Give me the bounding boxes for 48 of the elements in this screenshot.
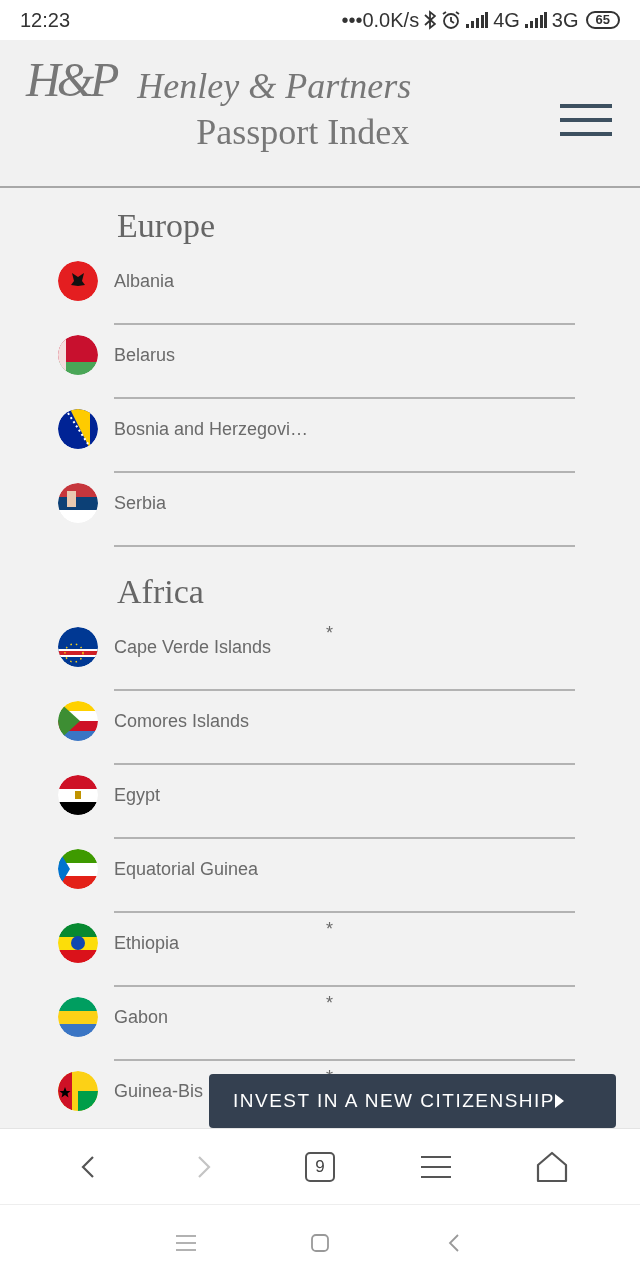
country-link[interactable]: Serbia <box>114 489 167 517</box>
flag-icon <box>58 335 98 375</box>
signal-icon <box>524 12 547 28</box>
country-link[interactable]: Gabon <box>114 1003 169 1031</box>
country-link[interactable]: Ethiopia <box>114 929 180 957</box>
tabs-button[interactable]: 9 <box>296 1142 344 1191</box>
menu-icon <box>421 1154 451 1179</box>
menu-icon <box>176 1234 196 1251</box>
logo-monogram: H&P <box>26 54 117 106</box>
country-link[interactable]: Cape Verde Islands <box>114 633 272 661</box>
network-type: 3G <box>551 8 579 33</box>
country-link[interactable]: Belarus <box>114 341 176 369</box>
alarm-clock-icon <box>441 10 462 30</box>
country-link[interactable]: Egypt <box>114 781 161 809</box>
bluetooth-icon <box>424 10 437 30</box>
flag-icon <box>58 775 98 815</box>
flag-icon <box>58 701 98 741</box>
asterisk-note: * <box>326 922 333 936</box>
asterisk-note: * <box>326 996 333 1010</box>
network-type: 4G <box>493 8 520 33</box>
clock-time: 12:23 <box>20 8 71 33</box>
network-speed: •••0.0K/s <box>341 8 420 33</box>
country-link[interactable]: Albania <box>114 267 175 295</box>
flag-icon <box>58 997 98 1037</box>
signal-icon <box>466 12 489 28</box>
flag-icon <box>58 483 98 523</box>
flag-icon <box>58 1071 98 1111</box>
country-link[interactable]: Equatorial Guinea <box>114 855 259 883</box>
asterisk-note: * <box>326 626 333 640</box>
home-icon <box>536 1150 568 1183</box>
flag-icon <box>58 409 98 449</box>
section-heading: Africa <box>117 573 204 610</box>
brand-name: Henley & Partners <box>137 65 412 108</box>
play-arrow-icon <box>555 1094 565 1108</box>
back-icon <box>448 1232 460 1253</box>
menu-button[interactable] <box>560 102 612 138</box>
flag-icon <box>58 923 98 963</box>
flag-icon <box>58 627 98 667</box>
cta-button[interactable]: INVEST IN A NEW CITIZENSHIP <box>209 1074 616 1128</box>
site-title: Passport Index <box>196 111 410 154</box>
flag-icon <box>58 849 98 889</box>
country-link[interactable]: Comores Islands <box>114 707 250 735</box>
section-heading: Europe <box>117 207 216 244</box>
battery-level: 65 <box>585 11 620 29</box>
country-link[interactable]: Guinea-Bis <box>114 1077 204 1105</box>
country-link[interactable]: Bosnia and Herzegovi… <box>114 415 309 443</box>
flag-icon <box>58 261 98 301</box>
square-icon <box>311 1233 329 1252</box>
